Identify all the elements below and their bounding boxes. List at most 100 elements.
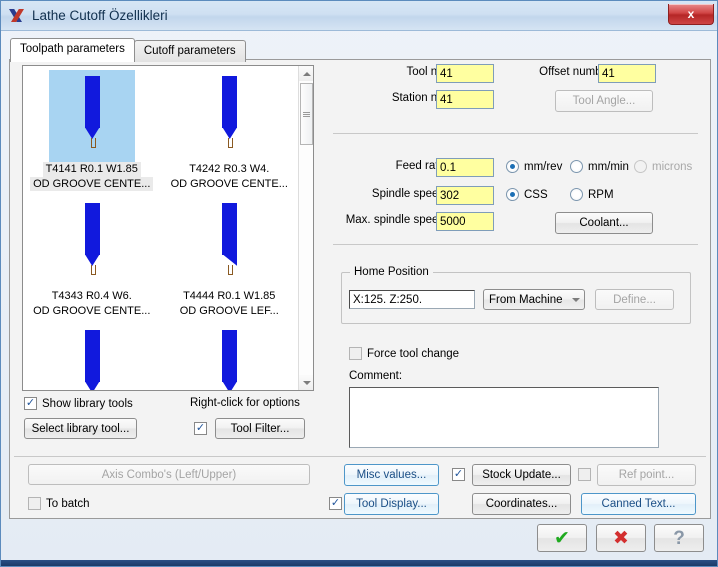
ref-point-checkbox[interactable] [578, 468, 591, 481]
grip-icon [303, 111, 310, 117]
feed-unit-microns: microns [634, 160, 692, 173]
feed-unit-mm-min-label: mm/min [588, 160, 629, 173]
divider [14, 456, 706, 457]
spindle-mode-rpm[interactable]: RPM [570, 188, 614, 201]
radio-rpm[interactable] [570, 188, 583, 201]
show-library-tools-checkbox[interactable] [24, 397, 37, 410]
tool-label-line2: OD GROOVE LEF... [179, 304, 279, 317]
spindle-mode-css[interactable]: CSS [506, 188, 548, 201]
chevron-down-icon [567, 297, 584, 302]
close-button[interactable]: x [668, 4, 714, 25]
cross-icon: ✖ [613, 527, 629, 549]
question-icon: ? [673, 527, 685, 549]
misc-values-button[interactable]: Misc values... [344, 464, 439, 486]
scroll-down-button[interactable] [299, 375, 313, 390]
feed-rate-input[interactable]: 0.1 [436, 158, 494, 177]
window-title: Lathe Cutoff Özellikleri [32, 8, 168, 23]
stock-update-button[interactable]: Stock Update... [472, 464, 571, 486]
home-position-title: Home Position [350, 266, 433, 278]
tool-label-line1: T4444 R0.1 W1.85 [183, 290, 276, 302]
cancel-button[interactable]: ✖ [596, 524, 646, 552]
chevron-down-icon [302, 380, 311, 385]
feed-rate-label: Feed rate: [395, 160, 448, 172]
offset-number-input[interactable]: 41 [598, 64, 656, 83]
tool-icon [48, 70, 135, 162]
tool-angle-button[interactable]: Tool Angle... [555, 90, 653, 112]
check-icon: ✔ [554, 527, 570, 549]
tool-icon [186, 70, 272, 162]
ref-point-button[interactable]: Ref point... [597, 464, 696, 486]
feed-unit-mm-min[interactable]: mm/min [570, 160, 629, 173]
tool-icon [49, 197, 135, 289]
force-tool-change-checkbox[interactable] [349, 347, 362, 360]
scrollbar-thumb[interactable] [300, 83, 313, 145]
home-position-group: Home Position X:125. Z:250. From Machine… [341, 266, 691, 324]
radio-microns [634, 160, 647, 173]
spindle-speed-input[interactable]: 302 [436, 186, 494, 205]
max-spindle-speed-label: Max. spindle speed: [345, 214, 448, 226]
tool-display-checkbox[interactable] [329, 497, 342, 510]
home-position-source-select[interactable]: From Machine [483, 289, 585, 310]
help-button[interactable]: ? [654, 524, 704, 552]
tool-label-line2: OD GROOVE CENTE... [170, 177, 288, 190]
coordinates-button[interactable]: Coordinates... [472, 493, 571, 515]
list-item[interactable]: T4343 R0.4 W6. OD GROOVE CENTE... [23, 193, 161, 320]
axis-combo-button[interactable]: Axis Combo's (Left/Upper) [28, 464, 310, 485]
list-item[interactable]: T4444 R0.1 W1.85 OD GROOVE LEF... [161, 193, 299, 320]
tool-list[interactable]: T4141 R0.1 W1.85 OD GROOVE CENTE... T424… [22, 65, 314, 391]
offset-number-label: Offset number: [539, 66, 615, 78]
list-item[interactable] [23, 320, 161, 390]
tab-cutoff-parameters[interactable]: Cutoff parameters [133, 40, 246, 62]
show-library-tools-label: Show library tools [42, 397, 133, 410]
stock-update-checkbox[interactable] [452, 468, 465, 481]
select-library-tool-button[interactable]: Select library tool... [24, 418, 137, 439]
tool-label-line2: OD GROOVE CENTE... [33, 304, 151, 317]
to-batch-label: To batch [46, 497, 90, 510]
dialog-window: Lathe Cutoff Özellikleri x Toolpath para… [0, 0, 718, 567]
home-position-input[interactable]: X:125. Z:250. [349, 290, 475, 309]
tool-label-line1: T4141 R0.1 W1.85 [42, 162, 141, 177]
radio-mm-rev[interactable] [506, 160, 519, 173]
define-button[interactable]: Define... [595, 289, 674, 310]
list-item[interactable]: T4141 R0.1 W1.85 OD GROOVE CENTE... [23, 66, 161, 193]
tab-strip: Toolpath parameters Cutoff parameters [10, 38, 246, 62]
tool-icon [186, 324, 272, 390]
tool-display-button[interactable]: Tool Display... [344, 493, 439, 515]
station-number-input[interactable]: 41 [436, 90, 494, 109]
radio-css[interactable] [506, 188, 519, 201]
mastercam-icon [8, 7, 25, 24]
list-item[interactable] [161, 320, 299, 390]
show-library-tools-row[interactable]: Show library tools [24, 397, 133, 410]
spindle-mode-css-label: CSS [524, 188, 548, 201]
title-bar: Lathe Cutoff Özellikleri x [1, 1, 717, 31]
window-bottom-accent [1, 560, 717, 566]
home-position-source-value: From Machine [489, 293, 563, 306]
feed-unit-microns-label: microns [652, 160, 693, 173]
tool-filter-button[interactable]: Tool Filter... [215, 418, 305, 439]
tab-toolpath-parameters[interactable]: Toolpath parameters [10, 38, 135, 62]
chevron-up-icon [302, 71, 311, 76]
canned-text-button[interactable]: Canned Text... [581, 493, 696, 515]
max-spindle-speed-input[interactable]: 5000 [436, 212, 494, 231]
divider [333, 244, 698, 245]
radio-mm-min[interactable] [570, 160, 583, 173]
comment-label: Comment: [349, 370, 403, 382]
list-item[interactable]: T4242 R0.3 W4. OD GROOVE CENTE... [161, 66, 299, 193]
scroll-up-button[interactable] [299, 66, 313, 81]
comment-input[interactable] [349, 387, 659, 448]
tool-icon [49, 324, 135, 390]
tool-label-line1: T4343 R0.4 W6. [51, 290, 132, 302]
tool-label-line1: T4242 R0.3 W4. [189, 163, 270, 175]
right-click-hint: Right-click for options [190, 397, 300, 409]
ok-button[interactable]: ✔ [537, 524, 587, 552]
force-tool-change-row[interactable]: Force tool change [349, 347, 459, 360]
to-batch-checkbox[interactable] [28, 497, 41, 510]
divider [333, 133, 698, 134]
coolant-button[interactable]: Coolant... [555, 212, 653, 234]
feed-unit-mm-rev[interactable]: mm/rev [506, 160, 562, 173]
tool-list-scrollbar[interactable] [298, 66, 313, 390]
tool-label-line2: OD GROOVE CENTE... [30, 176, 154, 191]
tool-filter-checkbox[interactable] [194, 422, 207, 435]
spindle-mode-rpm-label: RPM [588, 188, 614, 201]
to-batch-row[interactable]: To batch [28, 497, 89, 510]
